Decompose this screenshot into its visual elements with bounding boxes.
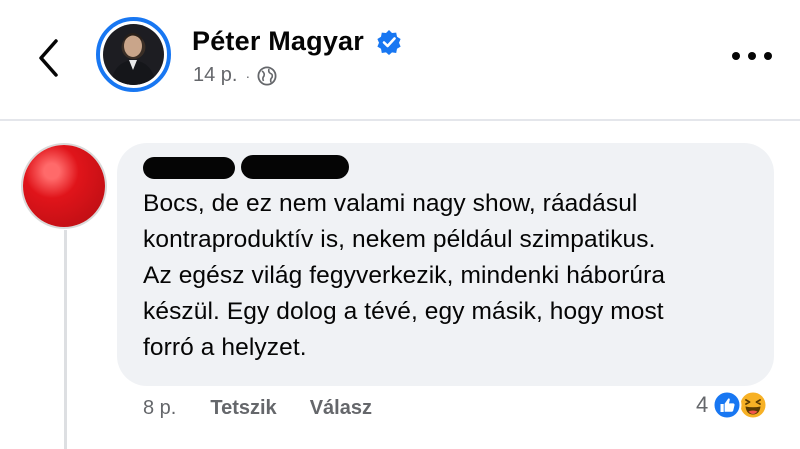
author-avatar[interactable] xyxy=(96,17,171,92)
redaction-mark xyxy=(241,155,349,179)
chevron-left-icon xyxy=(39,39,58,77)
like-icon xyxy=(712,390,742,420)
comment-line: készül. Egy dolog a tévé, egy másik, hog… xyxy=(143,298,664,325)
post-comment-view: Péter Magyar 14 p. · Bocs, de ez nem val… xyxy=(0,0,800,449)
commenter-avatar[interactable] xyxy=(23,145,105,227)
more-options-button[interactable] xyxy=(726,40,778,72)
thread-line xyxy=(64,230,67,449)
reaction-count: 4 xyxy=(696,392,709,417)
comment-line: forró a helyzet. xyxy=(143,334,307,361)
meta-separator: · xyxy=(245,67,251,84)
like-button[interactable]: Tetszik xyxy=(210,397,276,420)
comment-line: Bocs, de ez nem valami nagy show, ráadás… xyxy=(143,190,638,217)
comment-line: Az egész világ fegyverkezik, mindenki há… xyxy=(143,262,666,289)
reply-button[interactable]: Válasz xyxy=(310,397,372,420)
reaction-summary[interactable]: 4 xyxy=(696,390,768,420)
back-button[interactable] xyxy=(28,34,68,82)
comment-line: kontraproduktív is, nekem például szimpa… xyxy=(143,226,656,253)
post-timestamp[interactable]: 14 p. xyxy=(193,64,237,87)
comment-text: Bocs, de ez nem valami nagy show, ráadás… xyxy=(143,186,763,366)
globe-icon[interactable] xyxy=(257,65,277,86)
comment-timestamp[interactable]: 8 p. xyxy=(143,397,176,420)
header-divider xyxy=(0,119,800,121)
author-photo xyxy=(103,24,164,85)
haha-icon xyxy=(738,390,768,420)
redaction-mark xyxy=(143,157,235,179)
comment-actions: 8 p. Tetszik Válasz xyxy=(143,397,405,420)
verified-badge-icon xyxy=(377,30,401,55)
post-meta: 14 p. · xyxy=(193,64,277,87)
more-dots-icon xyxy=(732,52,772,60)
author-name[interactable]: Péter Magyar xyxy=(192,26,364,57)
